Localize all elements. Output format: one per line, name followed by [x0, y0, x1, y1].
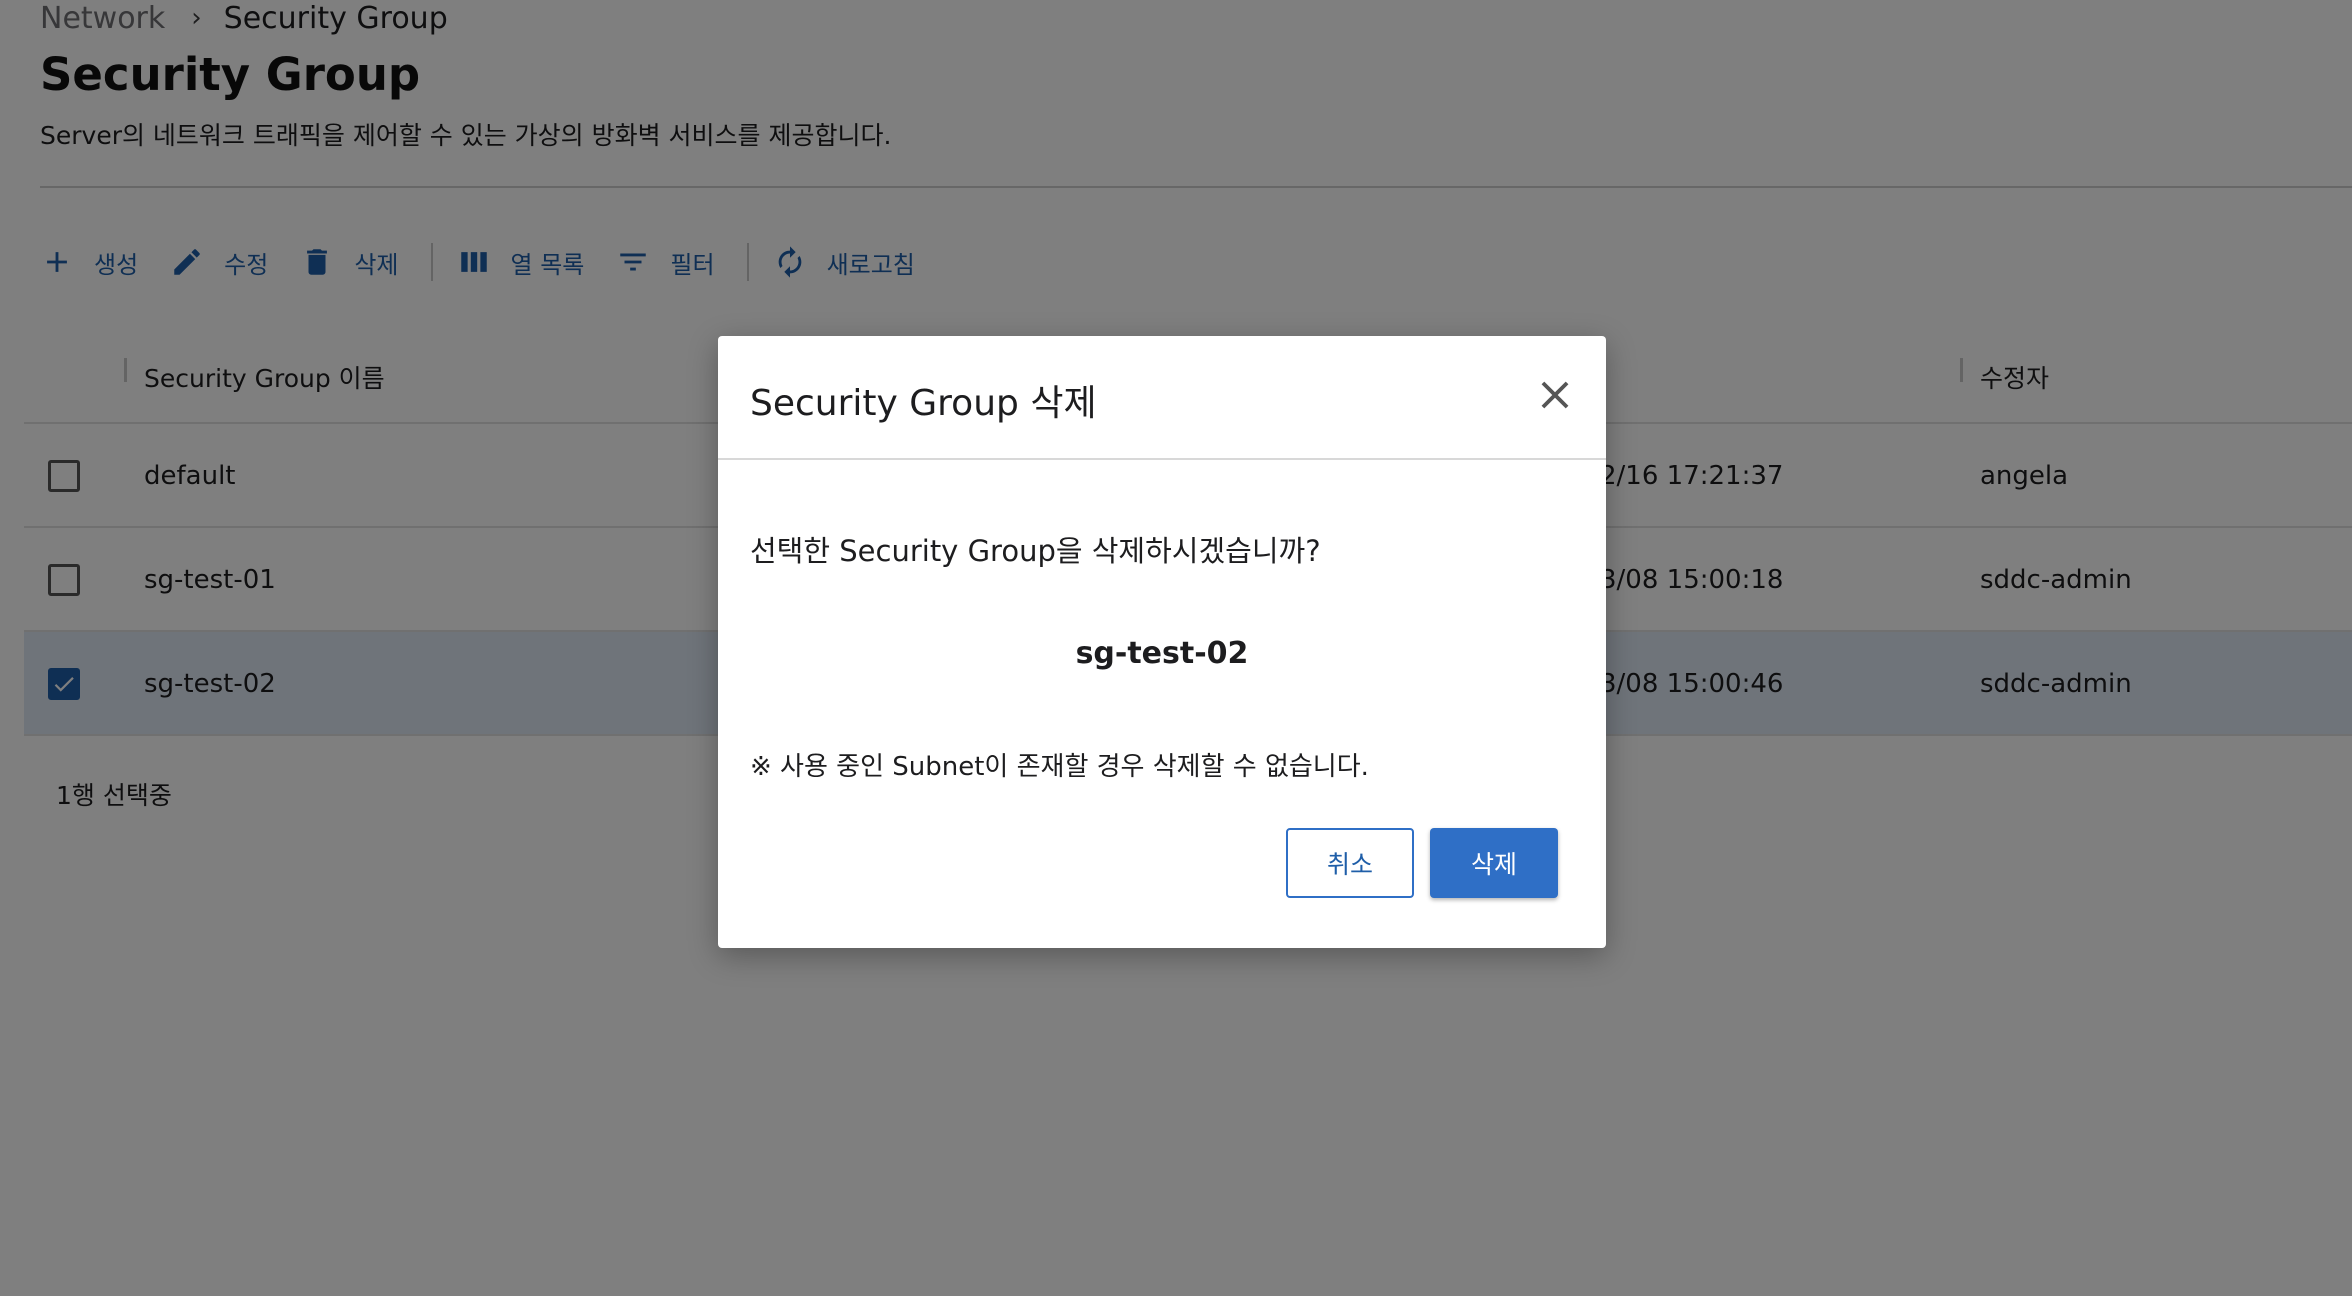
dialog-target-name: sg-test-02 [1075, 636, 1249, 671]
dialog-title: Security Group 삭제 [750, 383, 1097, 424]
dialog-header: Security Group 삭제 [718, 336, 1606, 460]
dialog-warning-note: ※ 사용 중인 Subnet이 존재할 경우 삭제할 수 없습니다. [750, 752, 1369, 782]
cancel-button[interactable]: 취소 [1286, 828, 1414, 898]
close-button[interactable] [1532, 372, 1578, 418]
dialog-question: 선택한 Security Group을 삭제하시겠습니까? [750, 534, 1321, 568]
close-icon [1541, 381, 1569, 409]
delete-dialog: Security Group 삭제 선택한 Security Group을 삭제… [718, 336, 1606, 948]
confirm-delete-button[interactable]: 삭제 [1430, 828, 1558, 898]
